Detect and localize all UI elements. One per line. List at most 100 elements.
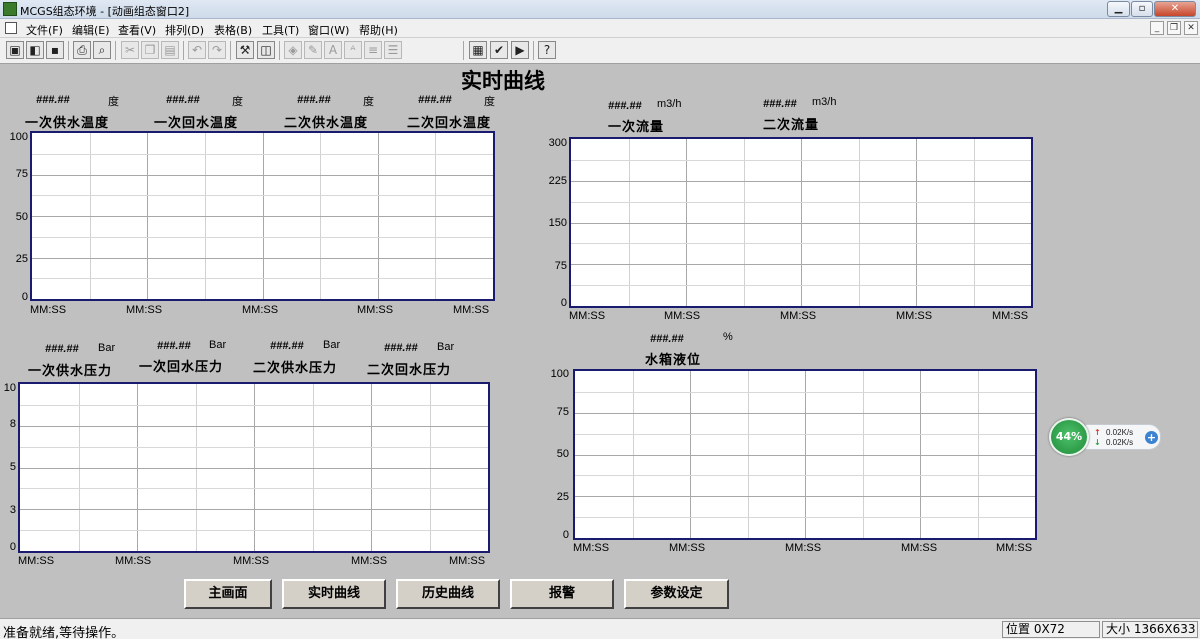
paste-icon[interactable]: ▤ bbox=[161, 41, 179, 59]
y-tick-label: 75 bbox=[554, 260, 567, 272]
value-display: ###.## bbox=[157, 340, 191, 352]
mdi-close-button[interactable]: ✕ bbox=[1184, 21, 1198, 35]
mcgs-app-icon bbox=[3, 2, 17, 16]
download-speed: 0.02K/s bbox=[1106, 438, 1134, 447]
tools-icon[interactable]: ⚒ bbox=[236, 41, 254, 59]
frame-icon[interactable]: ◫ bbox=[257, 41, 275, 59]
time-axis-label: MM:SS bbox=[357, 304, 394, 316]
line-style-icon[interactable]: ≡ bbox=[364, 41, 382, 59]
y-tick-label: 75 bbox=[15, 168, 28, 180]
mdi-restore-button[interactable]: ❐ bbox=[1167, 21, 1181, 35]
copy-icon[interactable]: ❐ bbox=[141, 41, 159, 59]
network-monitor-widget[interactable]: ↑ 0.02K/s ↓ 0.02K/s + 44% bbox=[1049, 418, 1161, 456]
menu-help[interactable]: 帮助(H) bbox=[359, 22, 398, 38]
toolbar-separator bbox=[230, 41, 231, 60]
time-axis-label: MM:SS bbox=[115, 555, 152, 567]
menu-edit[interactable]: 编辑(E) bbox=[72, 22, 110, 38]
upload-speed: 0.02K/s bbox=[1106, 428, 1134, 437]
menu-table[interactable]: 表格(B) bbox=[214, 22, 252, 38]
properties-icon[interactable]: ▦ bbox=[469, 41, 487, 59]
menu-arrange[interactable]: 排列(D) bbox=[165, 22, 204, 38]
y-tick-label: 0 bbox=[562, 529, 569, 541]
redo-icon[interactable]: ↷ bbox=[208, 41, 226, 59]
cut-icon[interactable]: ✂ bbox=[121, 41, 139, 59]
value-display: ###.## bbox=[297, 94, 331, 106]
print-icon[interactable]: ⎙ bbox=[73, 41, 91, 59]
y-tick-label: 25 bbox=[15, 253, 28, 265]
y-tick-label: 3 bbox=[9, 504, 16, 516]
toolbar-separator bbox=[115, 41, 116, 60]
expand-plus-icon[interactable]: + bbox=[1145, 431, 1158, 444]
time-axis-label: MM:SS bbox=[569, 310, 606, 322]
font-icon[interactable]: ᴬ bbox=[344, 41, 362, 59]
value-display: ###.## bbox=[270, 340, 304, 352]
document-icon[interactable] bbox=[5, 22, 17, 34]
time-axis-label: MM:SS bbox=[126, 304, 163, 316]
variable-caption: 一次流量 bbox=[608, 120, 665, 135]
menu-tools[interactable]: 工具(T) bbox=[262, 22, 299, 38]
minimize-button[interactable]: ▁ bbox=[1107, 1, 1130, 17]
menu-window[interactable]: 窗口(W) bbox=[308, 22, 349, 38]
flow-trend-plot[interactable] bbox=[569, 137, 1033, 308]
y-tick-label: 100 bbox=[550, 368, 569, 380]
time-axis-label: MM:SS bbox=[785, 542, 822, 554]
time-axis-label: MM:SS bbox=[233, 555, 270, 567]
y-tick-label: 0 bbox=[9, 541, 16, 553]
time-axis-label: MM:SS bbox=[18, 555, 55, 567]
mdi-minimize-button[interactable]: _ bbox=[1150, 21, 1164, 35]
pressure-trend-plot[interactable] bbox=[18, 382, 490, 553]
status-bar: 准备就绪,等待操作。 位置 0X72 大小 1366X633 bbox=[0, 618, 1200, 639]
fill-color-icon[interactable]: ◈ bbox=[284, 41, 302, 59]
value-display: ###.## bbox=[36, 94, 70, 106]
main-screen-button[interactable]: 主画面 bbox=[184, 579, 272, 609]
unit-label: Bar bbox=[98, 342, 116, 354]
print-preview-icon[interactable]: ⌕ bbox=[93, 41, 111, 59]
time-axis-label: MM:SS bbox=[896, 310, 933, 322]
value-display: ###.## bbox=[608, 100, 642, 112]
page-title: 实时曲线 bbox=[461, 68, 545, 93]
variable-caption: 一次回水温度 bbox=[154, 116, 239, 131]
run-icon[interactable]: ▶ bbox=[511, 41, 529, 59]
status-message: 准备就绪,等待操作。 bbox=[3, 626, 125, 639]
title-bar: MCGS组态环境 - [动画组态窗口2] ▁ ▫ ✕ bbox=[0, 0, 1200, 19]
undo-icon[interactable]: ↶ bbox=[188, 41, 206, 59]
new-window-icon[interactable]: ▣ bbox=[6, 41, 24, 59]
menu-view[interactable]: 查看(V) bbox=[118, 22, 156, 38]
y-tick-label: 300 bbox=[548, 137, 567, 149]
alarm-button[interactable]: 报警 bbox=[510, 579, 614, 609]
temperature-trend-plot[interactable] bbox=[30, 131, 495, 301]
tank-level-trend-plot[interactable] bbox=[573, 369, 1037, 540]
line-type-icon[interactable]: ☰ bbox=[384, 41, 402, 59]
maximize-button[interactable]: ▫ bbox=[1131, 1, 1153, 17]
memory-usage-ring[interactable]: 44% bbox=[1049, 418, 1089, 456]
unit-label: Bar bbox=[209, 339, 227, 351]
window-title: MCGS组态环境 - [动画组态窗口2] bbox=[20, 5, 190, 18]
y-tick-label: 75 bbox=[556, 406, 569, 418]
time-axis-label: MM:SS bbox=[351, 555, 388, 567]
font-color-icon[interactable]: A bbox=[324, 41, 342, 59]
save-icon[interactable]: ▪ bbox=[46, 41, 64, 59]
y-tick-label: 5 bbox=[9, 461, 16, 473]
plot-grid bbox=[571, 139, 1031, 306]
check-icon[interactable]: ✔ bbox=[490, 41, 508, 59]
parameter-settings-button[interactable]: 参数设定 bbox=[624, 579, 729, 609]
realtime-curve-button[interactable]: 实时曲线 bbox=[282, 579, 386, 609]
variable-caption: 二次回水压力 bbox=[367, 363, 452, 378]
upload-arrow-icon: ↑ bbox=[1094, 428, 1101, 437]
close-button[interactable]: ✕ bbox=[1154, 1, 1196, 17]
menu-file[interactable]: 文件(F) bbox=[26, 22, 63, 38]
variable-caption: 二次回水温度 bbox=[407, 116, 492, 131]
plot-grid bbox=[575, 371, 1035, 538]
toolbar-separator bbox=[463, 41, 464, 60]
unit-label: 度 bbox=[108, 96, 119, 108]
open-icon[interactable]: ◧ bbox=[26, 41, 44, 59]
history-curve-button[interactable]: 历史曲线 bbox=[396, 579, 500, 609]
context-help-icon[interactable]: ? bbox=[538, 41, 556, 59]
y-tick-label: 225 bbox=[548, 175, 567, 187]
download-arrow-icon: ↓ bbox=[1094, 438, 1101, 447]
plot-grid bbox=[32, 133, 493, 299]
toolbar: ▣ ◧ ▪ ⎙ ⌕ ✂ ❐ ▤ ↶ ↷ ⚒ ◫ ◈ ✎ A ᴬ ≡ ☰ ▦ ✔ … bbox=[0, 38, 1200, 64]
time-axis-label: MM:SS bbox=[780, 310, 817, 322]
toolbar-separator bbox=[533, 41, 534, 60]
line-color-icon[interactable]: ✎ bbox=[304, 41, 322, 59]
